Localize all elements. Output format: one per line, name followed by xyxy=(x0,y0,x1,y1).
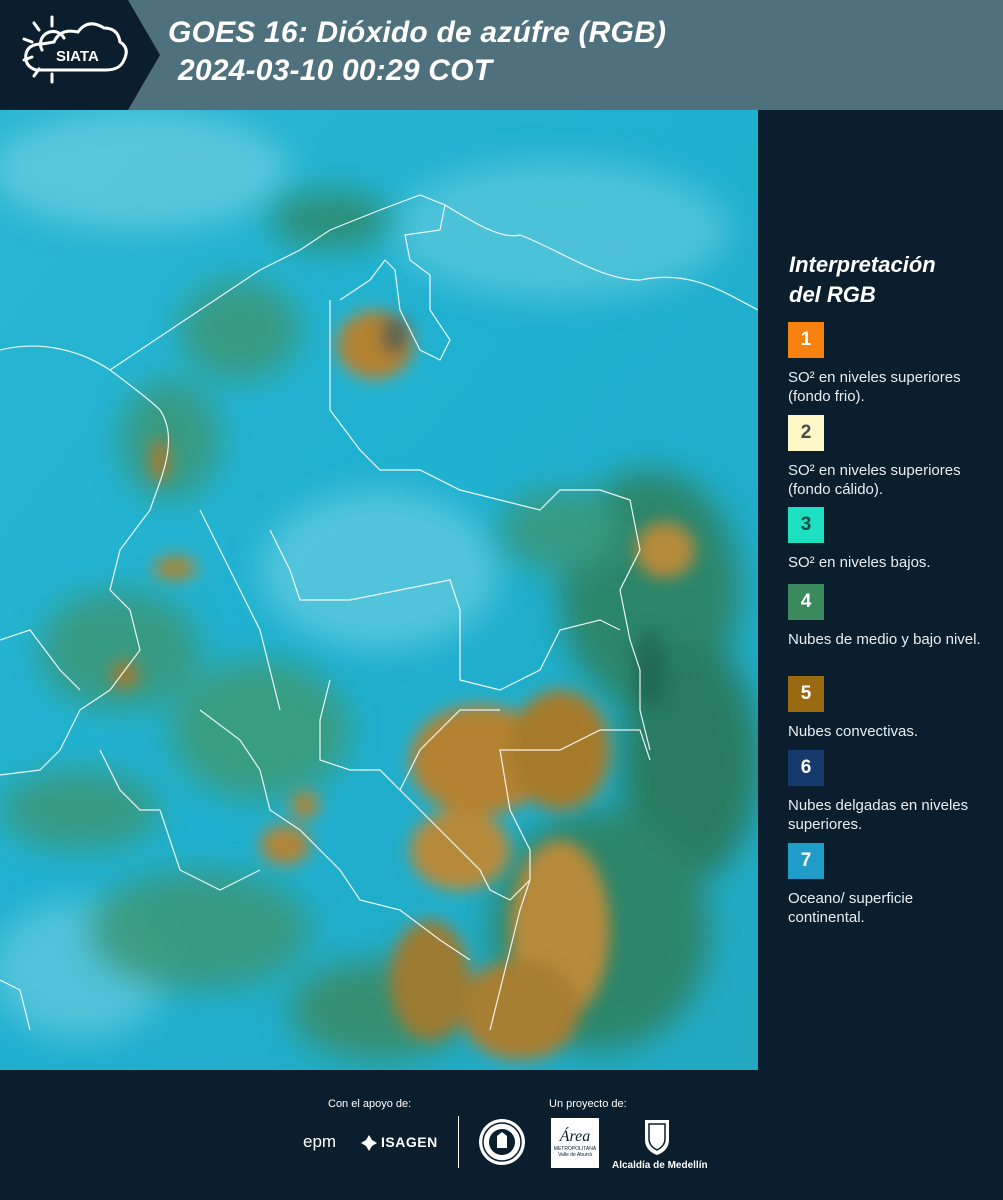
legend-swatch-5: 5 xyxy=(788,676,824,712)
satellite-map[interactable] xyxy=(0,110,758,1070)
legend-swatch-7: 7 xyxy=(788,843,824,879)
legend-item-4: 4 Nubes de medio y bajo nivel. xyxy=(788,584,993,649)
alcaldia-logo-text: Alcaldía de Medellín xyxy=(612,1160,708,1171)
legend-num-4: 4 xyxy=(800,591,812,612)
title-line-2: 2024-03-10 00:29 COT xyxy=(178,54,493,87)
area-logo-name: Área xyxy=(559,1128,591,1145)
legend-swatch-3: 3 xyxy=(788,507,824,543)
legend-swatch-1: 1 xyxy=(788,322,824,358)
header-bar: SIATA GOES 16: Dióxido de azúfre (RGB) 2… xyxy=(0,0,1003,110)
legend-text-2: SO² en niveles superiores (fondo cálido)… xyxy=(788,462,961,498)
area-metropolitana-logo: Área METROPOLITANA Valle de Aburrá xyxy=(551,1118,599,1168)
legend-text-7: Oceano/ superficie continental. xyxy=(788,890,914,926)
legend-item-7: 7 Oceano/ superficie continental. xyxy=(788,843,993,927)
support-label: Con el apoyo de: xyxy=(328,1098,412,1110)
footer-divider xyxy=(458,1116,459,1168)
legend-num-7: 7 xyxy=(800,850,812,871)
satellite-rgb-image xyxy=(0,110,758,1070)
legend-swatch-6: 6 xyxy=(788,750,824,786)
page-title: GOES 16: Dióxido de azúfre (RGB) 2024-03… xyxy=(168,14,666,90)
legend-num-6: 6 xyxy=(800,757,812,778)
legend-swatch-4: 4 xyxy=(788,584,824,620)
legend-num-5: 5 xyxy=(800,683,812,704)
isagen-logo-icon xyxy=(361,1135,377,1151)
legend-num-2: 2 xyxy=(800,422,812,443)
legend-swatch-2: 2 xyxy=(788,415,824,451)
legend-title-line-1: Interpretación xyxy=(789,252,936,277)
alcaldia-shield-icon xyxy=(645,1120,669,1155)
legend-title: Interpretación del RGB xyxy=(789,250,936,310)
area-logo-sub2: Valle de Aburrá xyxy=(558,1152,592,1158)
legend-text-6: Nubes delgadas en niveles superiores. xyxy=(788,797,969,833)
footer: Con el apoyo de: Un proyecto de: epm ISA… xyxy=(0,1070,1003,1200)
legend-item-2: 2 SO² en niveles superiores (fondo cálid… xyxy=(788,415,993,499)
legend-num-1: 1 xyxy=(800,329,812,350)
legend-panel: Interpretación del RGB 1 SO² en niveles … xyxy=(758,110,1003,1070)
legend-text-1: SO² en niveles superiores (fondo frio). xyxy=(788,369,961,405)
legend-item-6: 6 Nubes delgadas en niveles superiores. xyxy=(788,750,993,834)
legend-num-3: 3 xyxy=(800,514,812,535)
legend-text-5: Nubes convectivas. xyxy=(788,723,919,740)
siata-logo-text: SIATA xyxy=(56,48,99,65)
project-label: Un proyecto de: xyxy=(549,1098,627,1110)
epm-logo: epm xyxy=(303,1132,337,1151)
title-line-1: GOES 16: Dióxido de azúfre (RGB) xyxy=(168,16,667,49)
siata-logo-icon: SIATA xyxy=(22,15,128,84)
legend-title-line-2: del RGB xyxy=(789,282,876,307)
legend-text-3: SO² en niveles bajos. xyxy=(788,554,931,571)
medellin-seal-icon xyxy=(479,1119,525,1165)
legend-text-4: Nubes de medio y bajo nivel. xyxy=(788,631,981,648)
legend-item-3: 3 SO² en niveles bajos. xyxy=(788,507,993,572)
legend-item-5: 5 Nubes convectivas. xyxy=(788,676,993,741)
isagen-logo: ISAGEN xyxy=(381,1134,438,1150)
legend-item-1: 1 SO² en niveles superiores (fondo frio)… xyxy=(788,322,993,406)
